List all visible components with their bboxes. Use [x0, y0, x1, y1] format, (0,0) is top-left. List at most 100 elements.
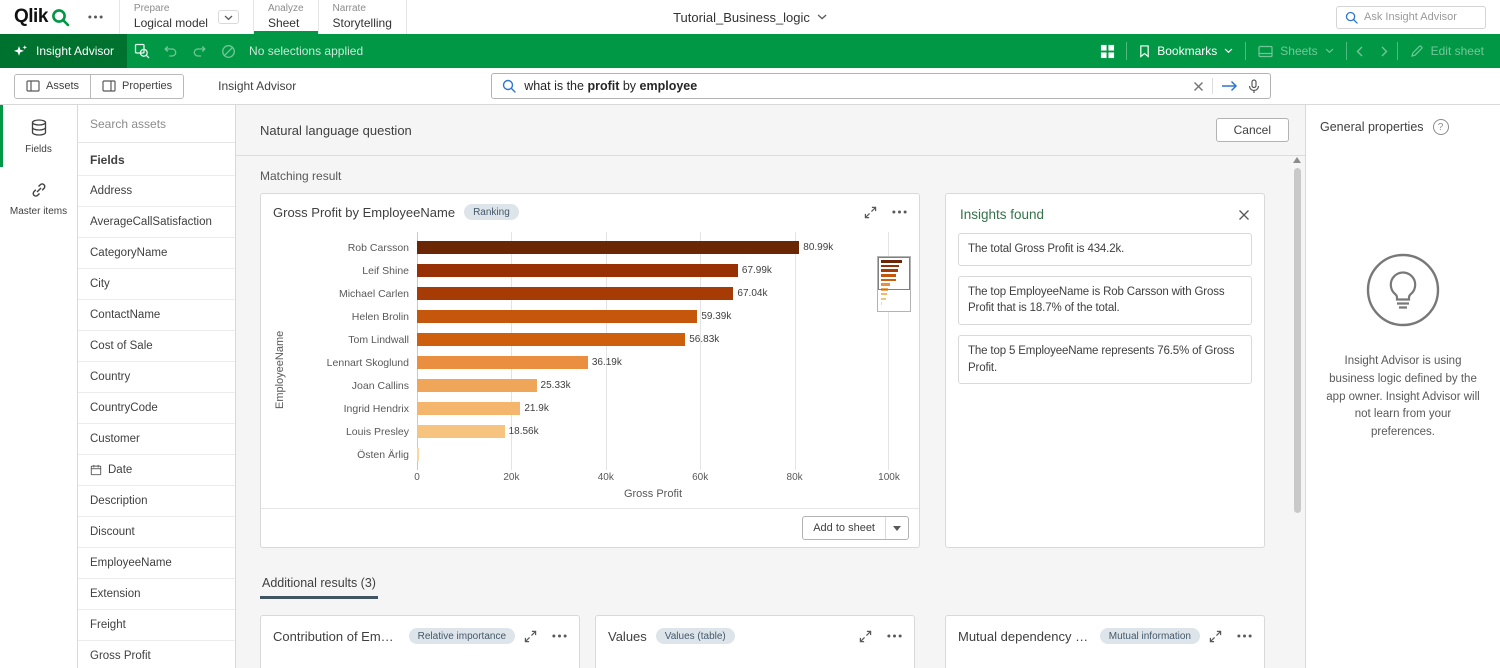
bar[interactable] [417, 264, 738, 277]
query-middle: by [619, 79, 639, 93]
result-card-header: Contribution of Employ...Relative import… [261, 616, 579, 650]
bookmarks-button[interactable]: Bookmarks [1127, 34, 1245, 68]
clear-query-icon[interactable] [1193, 81, 1204, 92]
minimap-window[interactable] [878, 257, 910, 290]
more-menu-icon[interactable] [78, 0, 113, 34]
expand-icon[interactable] [1209, 630, 1222, 643]
axis-spacer [289, 486, 417, 508]
nav-narrate[interactable]: Narrate Storytelling [318, 0, 407, 34]
close-icon[interactable] [1238, 209, 1250, 221]
expand-icon[interactable] [524, 630, 537, 643]
main-content: Natural language question Cancel Matchin… [236, 105, 1305, 668]
field-item[interactable]: Freight [78, 609, 235, 640]
vertical-scrollbar[interactable] [1292, 157, 1302, 668]
nlq-search-box[interactable]: what is the profit by employee [491, 73, 1271, 99]
field-item[interactable]: Gross Profit [78, 640, 235, 668]
add-to-sheet-button[interactable]: Add to sheet [802, 516, 909, 540]
ask-insight-advisor-search[interactable] [1336, 6, 1486, 29]
bar[interactable] [417, 356, 588, 369]
more-options-icon[interactable] [892, 210, 907, 214]
sidebar-item-master-items[interactable]: Master items [0, 167, 77, 229]
expand-icon[interactable] [864, 206, 877, 219]
result-card-icons [524, 630, 567, 643]
bar-category-label: Östen Ärlig [289, 443, 417, 466]
fields-section-title: Fields [78, 143, 235, 175]
chevron-down-icon[interactable] [218, 10, 239, 24]
properties-tab[interactable]: Properties [90, 75, 183, 98]
bar[interactable] [417, 241, 799, 254]
toolbar-right: Bookmarks Sheets [1088, 34, 1500, 68]
chart-minimap[interactable] [877, 256, 911, 312]
field-item[interactable]: CountryCode [78, 392, 235, 423]
bar[interactable] [417, 310, 697, 323]
minimap-bar [881, 298, 886, 301]
nav-analyze[interactable]: Analyze Sheet [253, 0, 318, 34]
field-item[interactable]: AverageCallSatisfaction [78, 206, 235, 237]
scroll-up-arrow-icon[interactable] [1293, 157, 1301, 163]
app-title-menu[interactable]: Tutorial_Business_logic [673, 0, 827, 34]
qlik-logo[interactable]: Qlik [0, 0, 78, 34]
bar[interactable] [417, 287, 733, 300]
field-item[interactable]: Discount [78, 516, 235, 547]
nlq-query-text[interactable]: what is the profit by employee [524, 79, 1185, 93]
chevron-down-icon [1325, 48, 1334, 54]
search-assets-input[interactable] [78, 105, 235, 143]
nav-prepare[interactable]: Prepare Logical model [119, 0, 253, 34]
undo-icon[interactable] [156, 34, 185, 68]
result-card-icons [859, 630, 902, 643]
sidebar-item-fields[interactable]: Fields [0, 105, 77, 167]
field-item[interactable]: Extension [78, 578, 235, 609]
previous-sheet-icon[interactable] [1347, 34, 1372, 68]
sheets-button[interactable]: Sheets [1246, 34, 1345, 68]
calendar-icon [90, 464, 102, 476]
clear-selections-icon[interactable] [214, 34, 243, 68]
x-axis-title: Gross Profit [417, 486, 889, 508]
field-item[interactable]: Description [78, 485, 235, 516]
bar[interactable] [417, 333, 685, 346]
submit-query-icon[interactable] [1221, 80, 1238, 92]
left-icon-sidebar: Fields Master items [0, 105, 78, 668]
general-properties-panel: General properties ? Insight Advisor is … [1305, 105, 1500, 668]
cancel-button[interactable]: Cancel [1216, 118, 1289, 142]
microphone-icon[interactable] [1248, 79, 1260, 94]
more-options-icon[interactable] [887, 634, 902, 638]
assets-tab[interactable]: Assets [15, 75, 90, 98]
tab-additional-results[interactable]: Additional results (3) [260, 576, 378, 599]
x-axis-ticks: 020k40k60k80k100k [417, 470, 889, 486]
bar[interactable] [417, 402, 520, 415]
next-sheet-icon[interactable] [1372, 34, 1397, 68]
query-term-profit: profit [587, 79, 619, 93]
ask-insight-advisor-input[interactable] [1364, 11, 1477, 23]
more-options-icon[interactable] [1237, 634, 1252, 638]
bar-value-label: 21.9k [524, 403, 548, 414]
field-item[interactable]: Country [78, 361, 235, 392]
scrollbar-thumb[interactable] [1294, 168, 1301, 513]
field-item[interactable]: Date [78, 454, 235, 485]
edit-sheet-button[interactable]: Edit sheet [1398, 34, 1500, 68]
field-item[interactable]: Cost of Sale [78, 330, 235, 361]
caret-down-icon [885, 517, 908, 539]
selections-tool-icon[interactable] [127, 34, 156, 68]
redo-icon[interactable] [185, 34, 214, 68]
more-options-icon[interactable] [552, 634, 567, 638]
bar[interactable] [417, 379, 537, 392]
bar[interactable] [417, 448, 419, 461]
app-overview-grid-icon[interactable] [1088, 34, 1126, 68]
bar[interactable] [417, 425, 505, 438]
field-item[interactable]: CategoryName [78, 237, 235, 268]
field-item[interactable]: Customer [78, 423, 235, 454]
field-item[interactable]: ContactName [78, 299, 235, 330]
expand-icon[interactable] [859, 630, 872, 643]
x-tick-label: 40k [598, 472, 614, 483]
help-icon[interactable]: ? [1433, 119, 1449, 135]
field-item[interactable]: EmployeeName [78, 547, 235, 578]
field-item[interactable]: Address [78, 175, 235, 206]
chart-card: Gross Profit by EmployeeName Ranking [260, 193, 920, 548]
insight-advisor-button[interactable]: Insight Advisor [0, 34, 127, 68]
insight-item: The total Gross Profit is 434.2k. [958, 233, 1252, 266]
result-card: Mutual dependency bet...Mutual informati… [945, 615, 1265, 668]
y-axis-labels: Rob CarssonLeif ShineMichael CarlenHelen… [289, 232, 417, 470]
field-item[interactable]: City [78, 268, 235, 299]
app-title: Tutorial_Business_logic [673, 10, 810, 25]
bar-category-label: Tom Lindwall [289, 328, 417, 351]
